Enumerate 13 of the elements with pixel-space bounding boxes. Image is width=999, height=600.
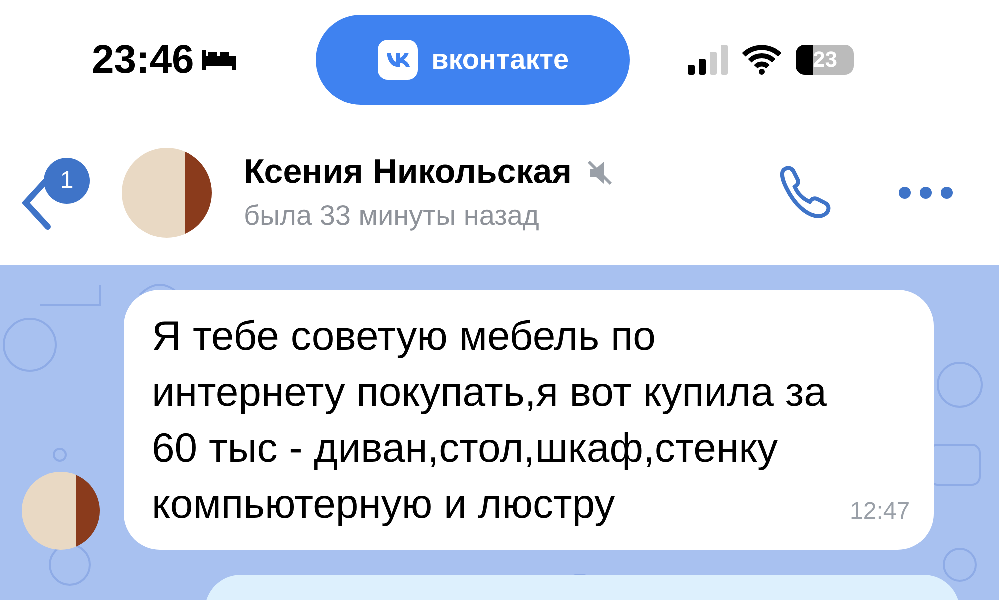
logo-icon — [378, 40, 418, 80]
last-seen-status: была 33 минуты назад — [244, 200, 540, 232]
more-icon[interactable] — [898, 186, 954, 200]
bed-icon — [202, 48, 236, 72]
signal-icon — [688, 45, 728, 75]
message-time: 12:47 — [850, 498, 910, 526]
clock-time: 23:46 — [92, 38, 194, 82]
contact-name: Ксения Никольская — [244, 153, 572, 192]
battery-indicator: 23 — [796, 45, 854, 75]
app-pill[interactable]: вконтакте — [316, 15, 630, 105]
unread-badge: 1 — [44, 158, 90, 204]
message-text: Я тебе советую мебель по интернету покупать,я вот купила за 60 тыс - диван,стол,шкаф,стенку компьютерную и люстру — [152, 312, 828, 529]
wifi-icon — [742, 45, 782, 75]
